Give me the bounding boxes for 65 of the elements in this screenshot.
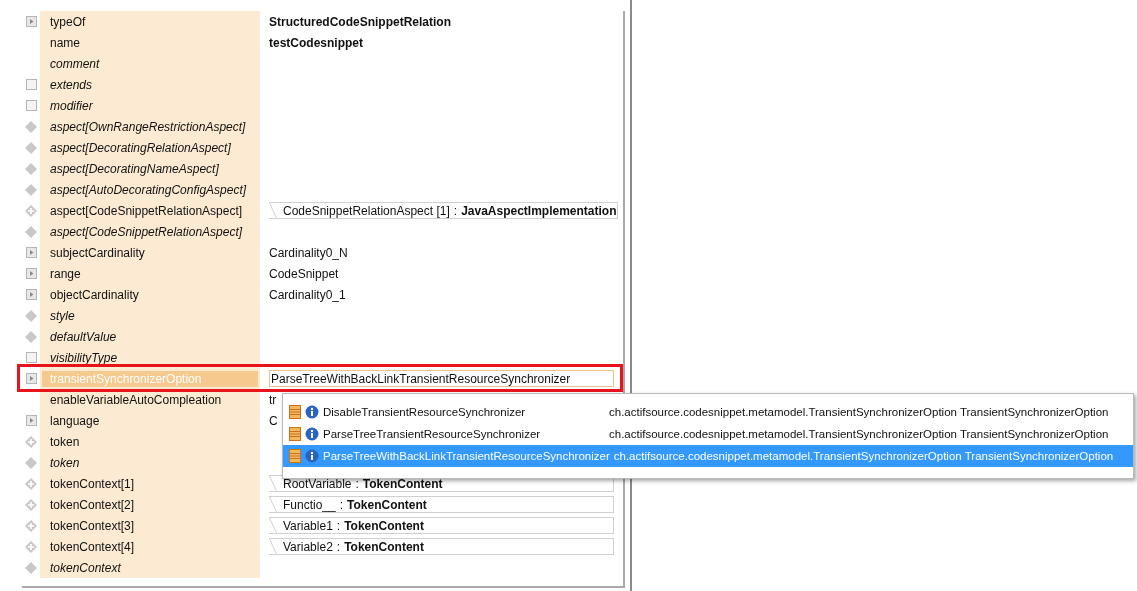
reference-type: TokenContent: [344, 539, 424, 554]
list-icon: [289, 405, 301, 419]
diamond-icon: [25, 225, 37, 238]
property-value: CodeSnippet: [269, 266, 339, 281]
expand-icon[interactable]: [25, 289, 37, 300]
diamond-icon: [25, 120, 37, 133]
value-field[interactable]: ParseTreeWithBackLinkTransientResourceSynchronizer: [269, 370, 614, 387]
diamond-icon: [25, 183, 37, 196]
separator-colon: :: [336, 539, 341, 554]
checkbox-icon: [25, 79, 37, 90]
property-label[interactable]: token: [42, 433, 88, 450]
reference-type: JavaAspectImplementation: [461, 203, 617, 218]
proposal-type: ch.actifsource.codesnippet.metamodel.TransientSynchronizerOption TransientSynchronizerOption: [613, 450, 1114, 462]
proposal-type: ch.actifsource.codesnippet.metamodel.TransientSynchronizerOption TransientSynchronizerOption: [609, 428, 1109, 440]
diamond-icon: [25, 162, 37, 175]
expand-icon[interactable]: [25, 247, 37, 258]
reference-type: TokenContent: [344, 518, 424, 533]
property-label[interactable]: name: [42, 34, 89, 51]
reference-name: RootVariable: [283, 476, 352, 491]
property-label[interactable]: token: [42, 454, 88, 471]
property-label[interactable]: style: [42, 307, 83, 324]
info-icon: [305, 427, 319, 441]
diamond-icon: [25, 309, 37, 322]
info-icon: [305, 449, 319, 463]
reference-box[interactable]: CodeSnippetRelationAspect [1] : JavaAspectImplementation: [269, 202, 618, 219]
reference-type: TokenContent: [347, 497, 427, 512]
property-value: StructuredCodeSnippetRelation: [269, 14, 451, 29]
separator-colon: :: [339, 497, 344, 512]
diamond-icon: [25, 330, 37, 343]
diamond-icon: [25, 561, 37, 574]
proposal-type: ch.actifsource.codesnippet.metamodel.TransientSynchronizerOption TransientSynchronizerOption: [609, 406, 1109, 418]
proposal-name: DisableTransientResourceSynchronizer: [323, 406, 527, 418]
reference-box[interactable]: Functio__ : TokenContent: [269, 496, 614, 513]
separator-colon: :: [355, 476, 359, 491]
proposal-item[interactable]: DisableTransientResourceSynchronizer ch.actifsource.codesnippet.metamodel.TransientSynchronizerOption TransientSynchronizerOption: [283, 401, 1133, 423]
reference-name: CodeSnippetRelationAspect [1]: [283, 203, 450, 218]
expand-icon[interactable]: [25, 268, 37, 279]
property-value: Cardinality0_1: [269, 287, 346, 302]
property-value: C: [269, 413, 278, 428]
expand-icon[interactable]: [25, 415, 37, 426]
expand-icon[interactable]: [25, 16, 37, 27]
property-label[interactable]: range: [42, 265, 89, 282]
reference-box[interactable]: Variable2 : TokenContent: [269, 538, 614, 555]
proposal-name: ParseTreeTransientResourceSynchronizer: [323, 428, 542, 440]
property-value: testCodesnippet: [269, 35, 363, 50]
reference-type: TokenContent: [362, 476, 443, 491]
separator-colon: :: [336, 518, 341, 533]
diamond-icon: [25, 141, 37, 154]
reference-box[interactable]: Variable1 : TokenContent: [269, 517, 614, 534]
property-value: Cardinality0_N: [269, 245, 348, 260]
reference-name: Functio__: [283, 497, 336, 512]
reference-name: Variable1: [283, 518, 333, 533]
proposal-name: ParseTreeWithBackLinkTransientResourceSynchronizer: [323, 450, 610, 462]
proposal-item[interactable]: ParseTreeTransientResourceSynchronizer ch.actifsource.codesnippet.metamodel.TransientSynchronizerOption TransientSynchronizerOption: [283, 423, 1133, 445]
property-label[interactable]: typeOf: [42, 13, 94, 30]
property-value: tr: [269, 392, 277, 407]
separator-colon: :: [453, 203, 458, 218]
list-icon: [289, 449, 301, 463]
expand-icon[interactable]: [25, 373, 37, 384]
list-icon: [289, 427, 301, 441]
reference-name: Variable2: [283, 539, 333, 554]
checkbox-icon: [25, 100, 37, 111]
info-icon: [305, 405, 319, 419]
diamond-icon: [25, 456, 37, 469]
checkbox-icon: [25, 352, 37, 363]
